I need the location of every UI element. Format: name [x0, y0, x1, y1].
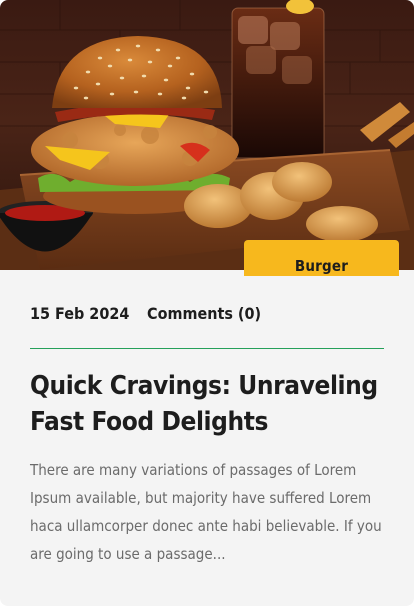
meta-divider: [30, 348, 384, 349]
burger-photo: [0, 0, 414, 270]
post-excerpt: There are many variations of passages of…: [30, 461, 382, 563]
post-title[interactable]: Quick Cravings: Unraveling Fast Food Del…: [30, 368, 390, 440]
comments-link[interactable]: Comments (0): [147, 304, 261, 323]
post-featured-image[interactable]: [0, 0, 414, 270]
blog-post-card[interactable]: Burger 15 Feb 2024 Comments (0) Quick Cr…: [0, 0, 414, 606]
category-badge[interactable]: Burger: [244, 240, 399, 276]
post-date: 15 Feb 2024: [30, 304, 130, 323]
